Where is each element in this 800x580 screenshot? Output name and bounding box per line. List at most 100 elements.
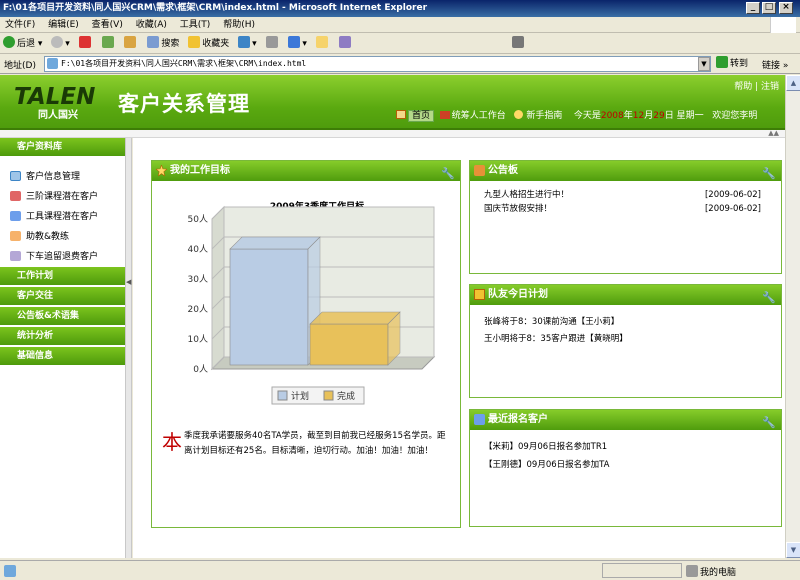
wrench-icon[interactable]: 🔧 bbox=[762, 164, 776, 184]
window-title: F:\01各项目开发资料\同人国兴CRM\需求\框架\CRM\index.htm… bbox=[3, 3, 428, 13]
bulletin-panel: 公告板 🔧 九型人格招生进行中！ [2009-06-02] 国庆节放假安排！ [20… bbox=[469, 160, 782, 274]
wrench-icon[interactable]: 🔧 bbox=[762, 288, 776, 308]
address-dropdown-button[interactable]: ▼ bbox=[698, 57, 710, 71]
folder-icon bbox=[315, 36, 328, 48]
team-plan-item[interactable]: 王小明将于8：35客户跟进【黄晓明】 bbox=[470, 332, 781, 346]
sidebar-item-tool-course[interactable]: 工具课程潜在客户 bbox=[0, 207, 125, 227]
folder-button[interactable] bbox=[313, 35, 333, 53]
recent-customer-item[interactable]: 【米莉】09月06日报名参加TR1 bbox=[470, 440, 781, 454]
sidebar-item-refund[interactable]: 下车追留退费客户 bbox=[0, 247, 125, 267]
team-plan-panel: 队友今日计划 🔧 张峰将于8：30课前沟通【王小莉】 王小明将于8：35客户跟进… bbox=[469, 284, 782, 398]
notebook-icon bbox=[474, 289, 485, 300]
bulletin-title: 公告板 bbox=[488, 165, 518, 176]
page-status-icon bbox=[4, 565, 16, 577]
chart-y-tick-label: 50人 bbox=[188, 214, 208, 225]
goal-panel-title: 我的工作目标 bbox=[170, 165, 230, 176]
messenger-button[interactable] bbox=[336, 35, 356, 53]
vertical-scrollbar[interactable]: ▲ ▼ bbox=[785, 75, 800, 558]
header-nav: 首页 统筹人工作台 新手指南 今天是2008年12月29日 星期一 欢迎您李明 bbox=[396, 108, 786, 122]
messenger-icon bbox=[338, 36, 351, 48]
sidebar-section-statistics[interactable]: 统计分析 bbox=[0, 327, 125, 346]
sidebar-section-bulletin[interactable]: 公告板&术语集 bbox=[0, 307, 125, 326]
legend-swatch bbox=[277, 390, 288, 401]
favorites-button[interactable]: 收藏夹 bbox=[185, 35, 232, 53]
refresh-button[interactable] bbox=[99, 35, 119, 53]
home-button[interactable] bbox=[121, 35, 141, 53]
help-link[interactable]: 帮助 bbox=[734, 82, 752, 92]
workbench-nav[interactable]: 统筹人工作台 bbox=[439, 111, 506, 121]
home-nav[interactable]: 首页 bbox=[396, 110, 435, 122]
chart-legend: 计划 完成 bbox=[271, 386, 365, 405]
go-button[interactable]: 转到 bbox=[716, 56, 748, 72]
menu-favorites[interactable]: 收藏(A) bbox=[131, 17, 172, 33]
brand-logo: TALEN 同人国兴 bbox=[14, 82, 104, 122]
plugin-button[interactable] bbox=[509, 35, 529, 53]
recent-customer-item[interactable]: 【王刚德】09月06日报名参加TA bbox=[470, 458, 781, 472]
back-button[interactable]: 后退 ▾ bbox=[0, 35, 45, 53]
stop-button[interactable] bbox=[76, 35, 96, 53]
collapse-sidebar-icon[interactable]: ◀ bbox=[126, 278, 131, 286]
logo-subtext: 同人国兴 bbox=[38, 108, 78, 121]
menu-edit[interactable]: 编辑(E) bbox=[43, 17, 84, 33]
menu-tools[interactable]: 工具(T) bbox=[175, 17, 216, 33]
minimize-button[interactable]: _ bbox=[746, 2, 760, 14]
menu-help[interactable]: 帮助(H) bbox=[218, 17, 260, 33]
status-bar: 我的电脑 bbox=[0, 560, 800, 580]
mail-button[interactable] bbox=[263, 35, 283, 53]
page-icon bbox=[47, 58, 58, 69]
address-bar: 地址(D) F:\01各项目开发资料\同人国兴CRM\需求\框架\CRM\ind… bbox=[0, 54, 800, 74]
plugin-icon bbox=[511, 36, 524, 48]
address-input[interactable]: F:\01各项目开发资料\同人国兴CRM\需求\框架\CRM\index.htm… bbox=[44, 56, 711, 72]
scroll-up-button[interactable]: ▲ bbox=[786, 75, 800, 91]
sidebar-section-customer-db[interactable]: 客户资料库 bbox=[0, 138, 125, 157]
customer-icon bbox=[474, 414, 485, 425]
window-title-bar: F:\01各项目开发资料\同人国兴CRM\需求\框架\CRM\index.htm… bbox=[0, 0, 800, 17]
forward-button[interactable]: ▾ bbox=[48, 35, 73, 53]
menu-view[interactable]: 查看(V) bbox=[87, 17, 128, 33]
team-plan-item[interactable]: 张峰将于8：30课前沟通【王小莉】 bbox=[470, 315, 781, 329]
media-button[interactable]: ▾ bbox=[235, 35, 260, 53]
word-button[interactable]: ▾ bbox=[285, 35, 310, 53]
address-label: 地址(D) bbox=[4, 61, 36, 71]
scroll-down-button[interactable]: ▼ bbox=[786, 542, 800, 558]
sidebar-item-customer-info[interactable]: 客户信息管理 bbox=[0, 167, 125, 187]
refresh-icon bbox=[101, 36, 114, 48]
recent-customers-panel: 最近报名客户 🔧 【米莉】09月06日报名参加TR1 【王刚德】09月06日报名… bbox=[469, 409, 782, 527]
bulletin-item[interactable]: 九型人格招生进行中！ [2009-06-02] bbox=[470, 188, 781, 202]
search-button[interactable]: 搜索 bbox=[144, 35, 182, 53]
close-button[interactable]: × bbox=[779, 2, 793, 14]
guide-nav[interactable]: 新手指南 bbox=[514, 110, 562, 121]
sidebar-section-work-plan[interactable]: 工作计划 bbox=[0, 267, 125, 286]
legend-swatch bbox=[323, 390, 334, 401]
stop-icon bbox=[78, 36, 91, 48]
team-plan-header: 队友今日计划 🔧 bbox=[470, 285, 781, 305]
logout-link[interactable]: 注销 bbox=[761, 82, 779, 92]
star-icon bbox=[156, 165, 167, 176]
sidebar-splitter[interactable]: ◀ bbox=[125, 138, 132, 558]
bulletin-date: [2009-06-02] bbox=[704, 190, 761, 200]
bulletin-item[interactable]: 国庆节放假安排！ [2009-06-02] bbox=[470, 202, 781, 216]
maximize-button[interactable]: □ bbox=[762, 2, 776, 14]
links-button[interactable]: 链接 » bbox=[762, 58, 788, 71]
chart-y-tick-label: 10人 bbox=[188, 334, 208, 345]
lightbulb-icon bbox=[514, 110, 524, 119]
welcome-text: 欢迎您李明 bbox=[712, 111, 758, 121]
goal-description: 本 季度我承诺要服务40名TA学员，截至到目前我已经服务15名学员。距离计划目标… bbox=[162, 429, 452, 459]
collapse-icon[interactable]: ▲▲ bbox=[768, 129, 779, 137]
wrench-icon[interactable]: 🔧 bbox=[762, 413, 776, 433]
legend-label: 完成 bbox=[337, 390, 355, 402]
sidebar-item-three-stage[interactable]: 三阶课程潜在客户 bbox=[0, 187, 125, 207]
media-icon bbox=[238, 36, 251, 48]
back-arrow-icon bbox=[3, 36, 15, 48]
sidebar-item-assistant-coach[interactable]: 助教&教练 bbox=[0, 227, 125, 247]
sidebar: 客户资料库 客户信息管理 三阶课程潜在客户 工具课程潜在客户 助教&教练 下车追… bbox=[0, 138, 125, 558]
goal-chart-svg: 2009年3季度工作目标 0人10人20人30人40人50人 计划完成 bbox=[188, 200, 436, 405]
menu-file[interactable]: 文件(F) bbox=[0, 17, 40, 33]
windows-logo-icon bbox=[770, 17, 796, 33]
sidebar-section-basic-info[interactable]: 基础信息 bbox=[0, 347, 125, 366]
drop-cap: 本 bbox=[162, 430, 182, 454]
sidebar-section-customer-contact[interactable]: 客户交往 bbox=[0, 287, 125, 306]
recent-customers-title: 最近报名客户 bbox=[488, 414, 548, 425]
talen-logo-icon: TALEN 同人国兴 bbox=[14, 84, 95, 121]
wrench-icon[interactable]: 🔧 bbox=[441, 164, 455, 184]
